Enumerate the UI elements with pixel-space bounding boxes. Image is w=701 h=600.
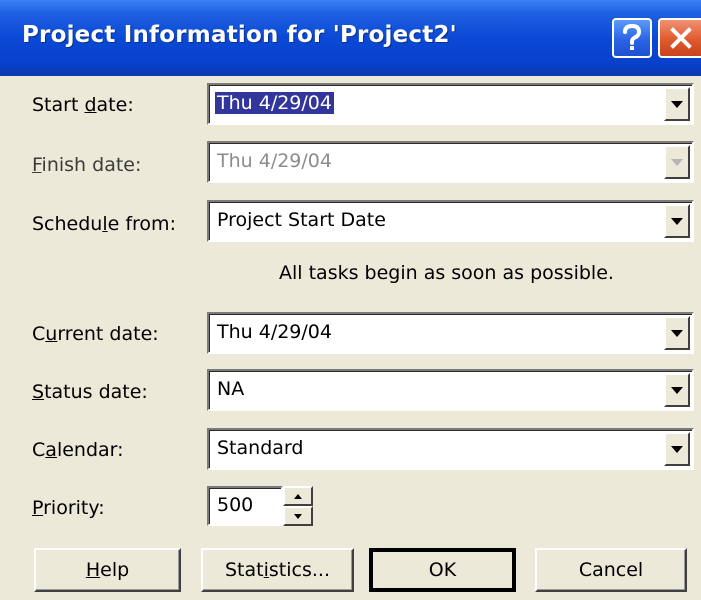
chevron-up-icon — [294, 493, 302, 499]
title-help-button[interactable] — [612, 18, 652, 58]
current-date-value[interactable]: Thu 4/29/04 — [217, 321, 332, 343]
help-button[interactable]: Help — [34, 548, 181, 592]
status-date-label: Status date: — [32, 381, 148, 403]
finish-date-label: Finish date: — [32, 154, 142, 176]
current-date-combo[interactable]: Thu 4/29/04 — [207, 312, 694, 354]
start-date-dropdown-button[interactable] — [664, 87, 690, 121]
chevron-down-icon — [294, 513, 302, 519]
status-date-value[interactable]: NA — [217, 378, 244, 400]
calendar-label: Calendar: — [32, 439, 124, 461]
chevron-down-icon — [671, 329, 683, 337]
finish-date-dropdown-button — [664, 145, 690, 179]
schedule-from-label: Schedule from: — [32, 213, 176, 235]
finish-date-combo: Thu 4/29/04 — [207, 141, 694, 183]
title-close-button[interactable] — [658, 18, 701, 58]
chevron-down-icon — [671, 100, 683, 108]
ok-button[interactable]: OK — [369, 548, 516, 592]
priority-decrement-button[interactable] — [283, 506, 313, 526]
chevron-down-icon — [671, 445, 683, 453]
priority-increment-button[interactable] — [283, 486, 313, 506]
current-date-dropdown-button[interactable] — [664, 316, 690, 350]
close-icon — [669, 27, 692, 49]
schedule-from-value: Project Start Date — [217, 209, 386, 231]
calendar-value: Standard — [217, 437, 304, 459]
finish-date-value: Thu 4/29/04 — [217, 150, 332, 172]
schedule-from-select[interactable]: Project Start Date — [207, 200, 694, 242]
window-title: Project Information for 'Project2' — [22, 22, 457, 48]
start-date-combo[interactable]: Thu 4/29/04 — [207, 83, 694, 125]
chevron-down-icon — [671, 217, 683, 225]
chevron-down-icon — [671, 158, 683, 166]
calendar-select[interactable]: Standard — [207, 428, 694, 470]
title-bar[interactable]: Project Information for 'Project2' — [0, 0, 701, 76]
start-date-value[interactable]: Thu 4/29/04 — [215, 92, 334, 114]
schedule-info-text: All tasks begin as soon as possible. — [279, 262, 614, 284]
priority-label: Priority: — [32, 497, 105, 519]
question-mark-icon — [621, 24, 643, 52]
priority-spinner[interactable] — [283, 486, 313, 526]
status-date-dropdown-button[interactable] — [664, 373, 690, 407]
statistics-button[interactable]: Stat i stics... — [201, 548, 354, 592]
calendar-dropdown-button[interactable] — [664, 432, 690, 466]
cancel-button[interactable]: Cancel — [535, 548, 687, 592]
chevron-down-icon — [671, 386, 683, 394]
priority-input[interactable]: 500 — [207, 486, 283, 526]
current-date-label: Current date: — [32, 323, 159, 345]
project-information-dialog: Project Information for 'Project2' Start… — [0, 0, 701, 600]
start-date-label: Start date: — [32, 94, 134, 116]
status-date-combo[interactable]: NA — [207, 369, 694, 411]
schedule-from-dropdown-button[interactable] — [664, 204, 690, 238]
priority-value[interactable]: 500 — [217, 494, 253, 516]
